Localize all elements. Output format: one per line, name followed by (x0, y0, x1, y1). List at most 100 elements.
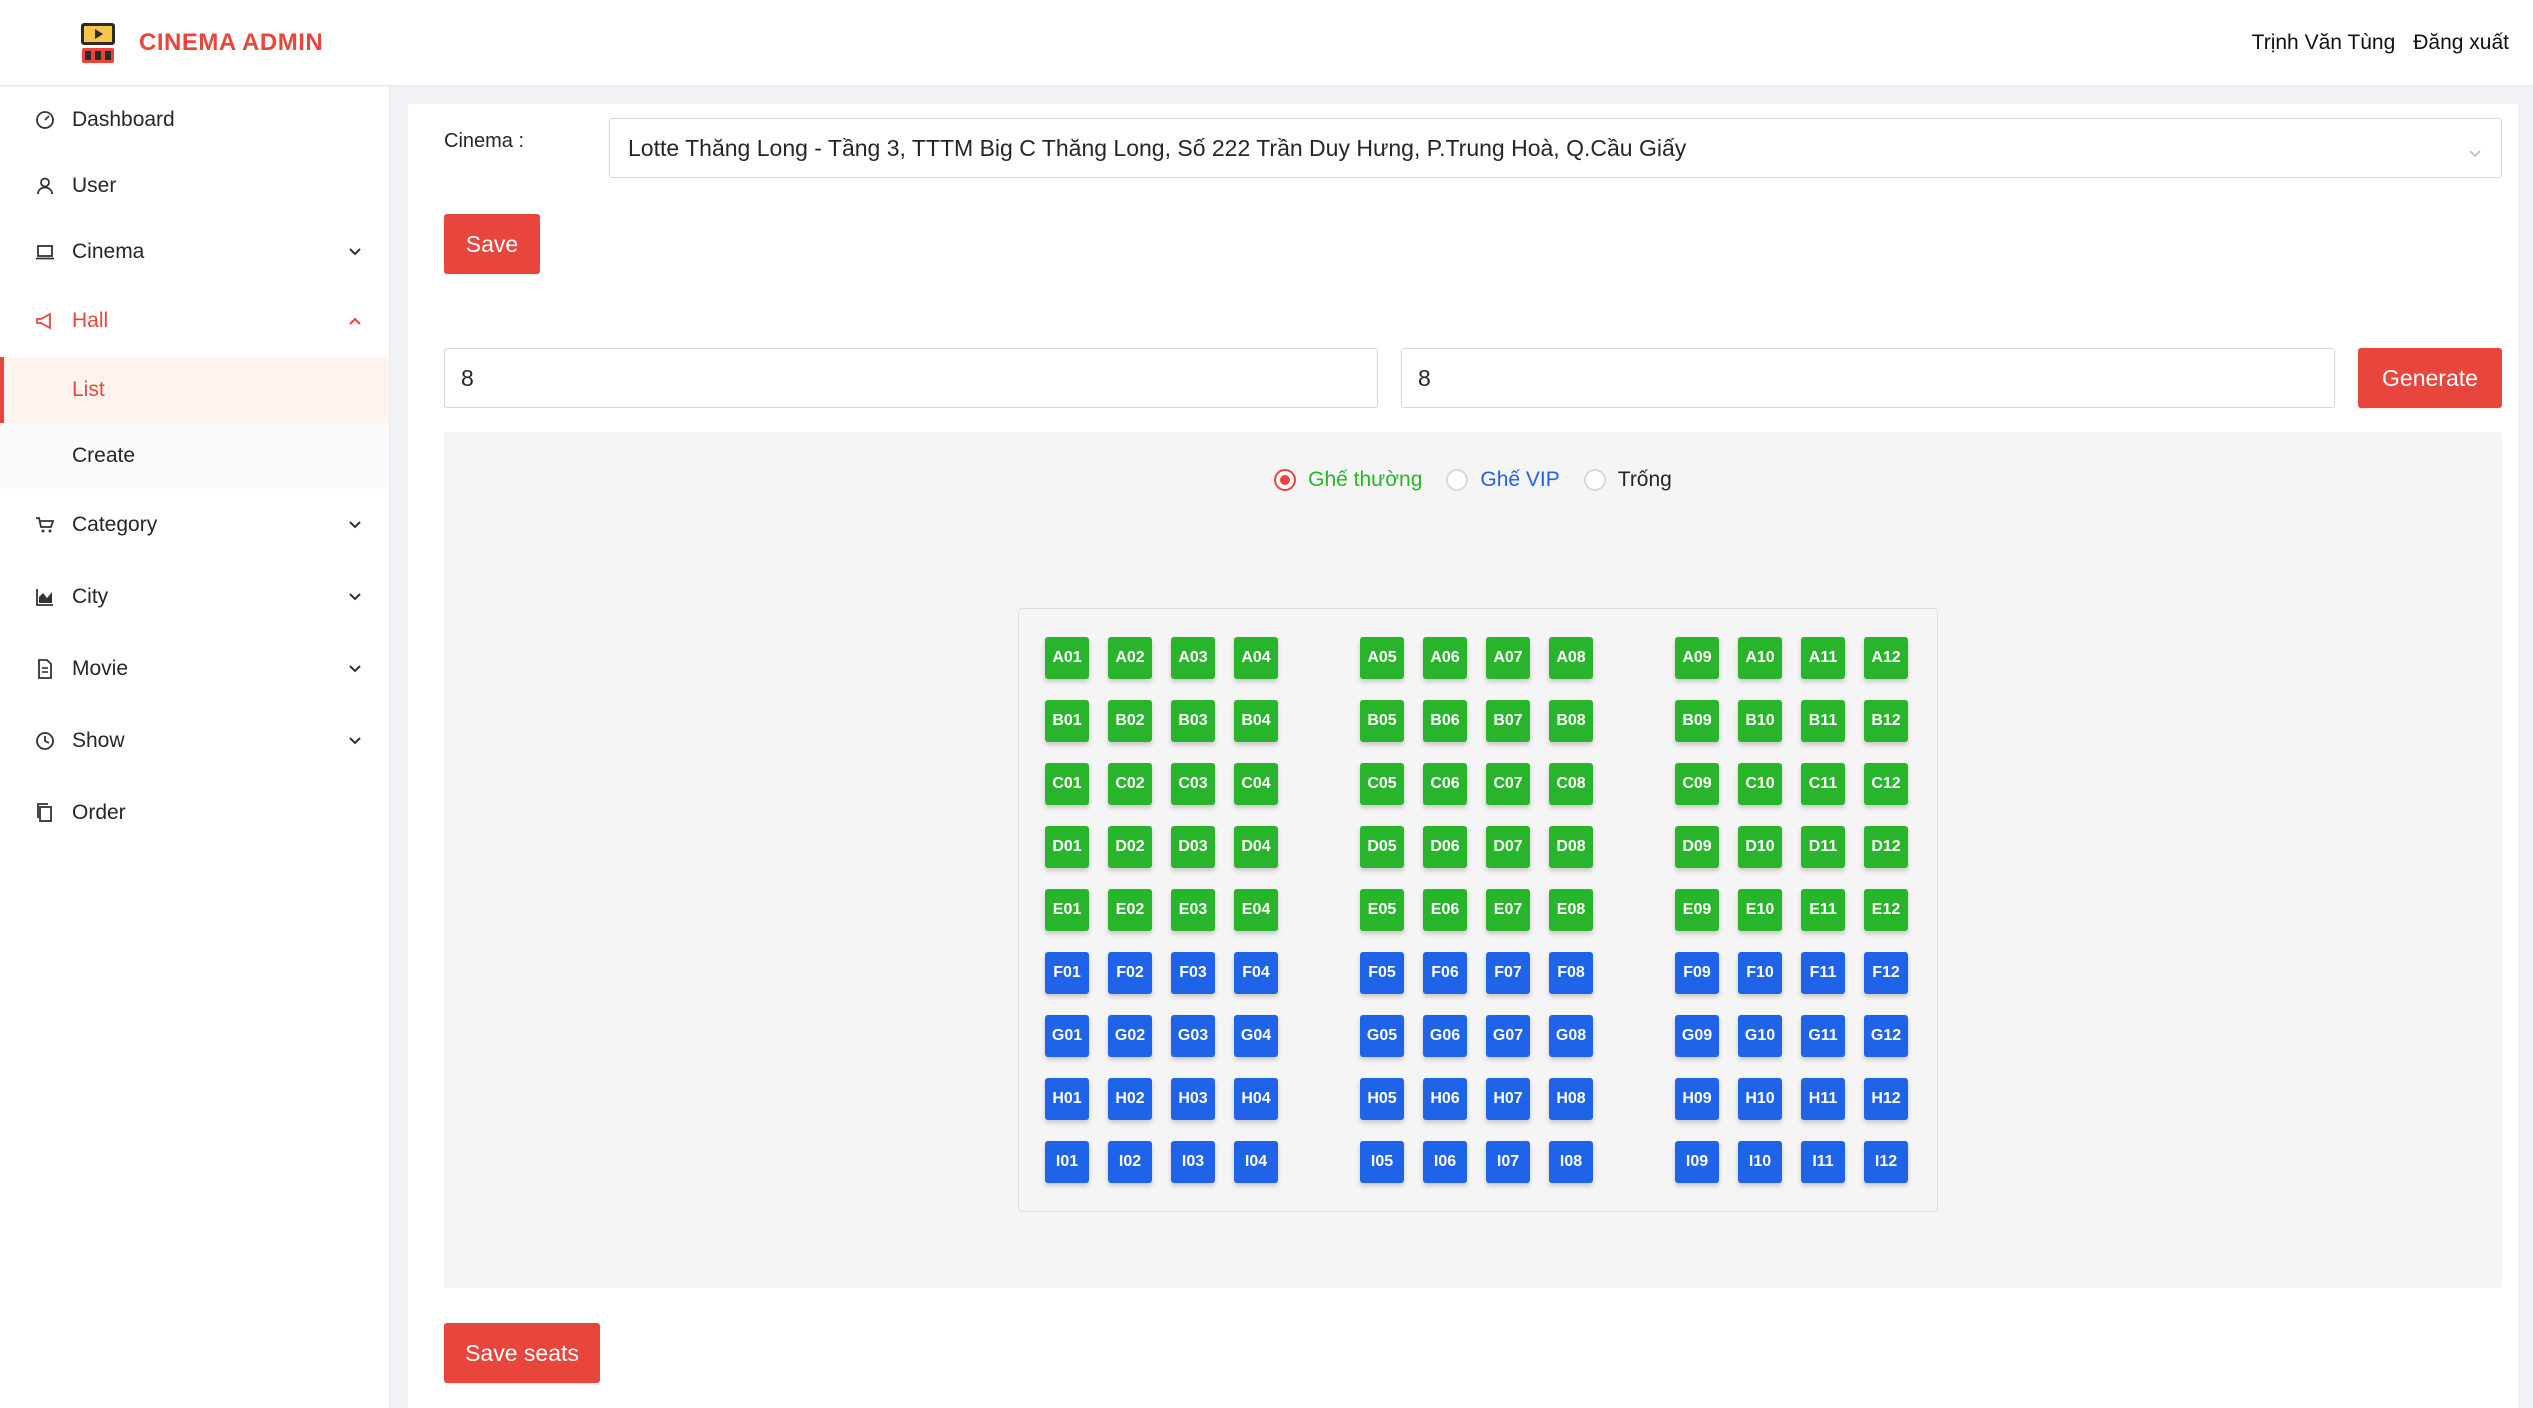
seat-I02[interactable]: I02 (1108, 1141, 1152, 1183)
seat-B12[interactable]: B12 (1864, 700, 1908, 742)
seat-I03[interactable]: I03 (1171, 1141, 1215, 1183)
cinema-select[interactable]: Lotte Thăng Long - Tầng 3, TTTM Big C Th… (609, 118, 2502, 178)
radio-normal-seat[interactable]: Ghế thường (1274, 468, 1422, 492)
seat-F12[interactable]: F12 (1864, 952, 1908, 994)
seat-I09[interactable]: I09 (1675, 1141, 1719, 1183)
seat-A11[interactable]: A11 (1801, 637, 1845, 679)
seat-E05[interactable]: E05 (1360, 889, 1404, 931)
seat-A08[interactable]: A08 (1549, 637, 1593, 679)
seat-C06[interactable]: C06 (1423, 763, 1467, 805)
sidebar-item-dashboard[interactable]: Dashboard (0, 87, 389, 153)
seat-F05[interactable]: F05 (1360, 952, 1404, 994)
seat-C10[interactable]: C10 (1738, 763, 1782, 805)
seat-D03[interactable]: D03 (1171, 826, 1215, 868)
seat-B09[interactable]: B09 (1675, 700, 1719, 742)
sidebar-item-user[interactable]: User (0, 153, 389, 219)
columns-input[interactable]: 8 (1401, 348, 2335, 408)
seat-F08[interactable]: F08 (1549, 952, 1593, 994)
seat-G07[interactable]: G07 (1486, 1015, 1530, 1057)
sidebar-item-order[interactable]: Order (0, 777, 389, 849)
seat-H02[interactable]: H02 (1108, 1078, 1152, 1120)
user-name[interactable]: Trịnh Văn Tùng (2252, 31, 2396, 55)
seat-E11[interactable]: E11 (1801, 889, 1845, 931)
seat-D11[interactable]: D11 (1801, 826, 1845, 868)
save-button[interactable]: Save (444, 214, 540, 274)
seat-G03[interactable]: G03 (1171, 1015, 1215, 1057)
seat-G11[interactable]: G11 (1801, 1015, 1845, 1057)
generate-button[interactable]: Generate (2358, 348, 2502, 408)
seat-F01[interactable]: F01 (1045, 952, 1089, 994)
sidebar-subitem-list[interactable]: List (0, 357, 389, 423)
seat-I11[interactable]: I11 (1801, 1141, 1845, 1183)
seat-E10[interactable]: E10 (1738, 889, 1782, 931)
seat-H04[interactable]: H04 (1234, 1078, 1278, 1120)
seat-C08[interactable]: C08 (1549, 763, 1593, 805)
radio-empty-seat[interactable]: Trống (1583, 468, 1672, 492)
sidebar-item-show[interactable]: Show (0, 705, 389, 777)
seat-B07[interactable]: B07 (1486, 700, 1530, 742)
seat-A12[interactable]: A12 (1864, 637, 1908, 679)
seat-I04[interactable]: I04 (1234, 1141, 1278, 1183)
seat-E07[interactable]: E07 (1486, 889, 1530, 931)
seat-E01[interactable]: E01 (1045, 889, 1089, 931)
seat-B11[interactable]: B11 (1801, 700, 1845, 742)
seat-A05[interactable]: A05 (1360, 637, 1404, 679)
seat-F07[interactable]: F07 (1486, 952, 1530, 994)
sidebar-subitem-create[interactable]: Create (0, 423, 389, 489)
seat-C12[interactable]: C12 (1864, 763, 1908, 805)
seat-D01[interactable]: D01 (1045, 826, 1089, 868)
seat-C04[interactable]: C04 (1234, 763, 1278, 805)
seat-G01[interactable]: G01 (1045, 1015, 1089, 1057)
seat-D07[interactable]: D07 (1486, 826, 1530, 868)
seat-A01[interactable]: A01 (1045, 637, 1089, 679)
seat-F06[interactable]: F06 (1423, 952, 1467, 994)
seat-D12[interactable]: D12 (1864, 826, 1908, 868)
seat-A04[interactable]: A04 (1234, 637, 1278, 679)
seat-E03[interactable]: E03 (1171, 889, 1215, 931)
seat-C01[interactable]: C01 (1045, 763, 1089, 805)
seat-I06[interactable]: I06 (1423, 1141, 1467, 1183)
seat-I07[interactable]: I07 (1486, 1141, 1530, 1183)
seat-F03[interactable]: F03 (1171, 952, 1215, 994)
seat-C02[interactable]: C02 (1108, 763, 1152, 805)
seat-I01[interactable]: I01 (1045, 1141, 1089, 1183)
seat-F09[interactable]: F09 (1675, 952, 1719, 994)
seat-B05[interactable]: B05 (1360, 700, 1404, 742)
sidebar-item-hall[interactable]: Hall (0, 285, 389, 357)
seat-C03[interactable]: C03 (1171, 763, 1215, 805)
seat-C09[interactable]: C09 (1675, 763, 1719, 805)
seat-B06[interactable]: B06 (1423, 700, 1467, 742)
seat-G02[interactable]: G02 (1108, 1015, 1152, 1057)
seat-A06[interactable]: A06 (1423, 637, 1467, 679)
seat-G06[interactable]: G06 (1423, 1015, 1467, 1057)
sidebar-item-movie[interactable]: Movie (0, 633, 389, 705)
seat-A03[interactable]: A03 (1171, 637, 1215, 679)
seat-H07[interactable]: H07 (1486, 1078, 1530, 1120)
seat-E12[interactable]: E12 (1864, 889, 1908, 931)
seat-H09[interactable]: H09 (1675, 1078, 1719, 1120)
seat-H01[interactable]: H01 (1045, 1078, 1089, 1120)
seat-G04[interactable]: G04 (1234, 1015, 1278, 1057)
sidebar-item-category[interactable]: Category (0, 489, 389, 561)
seat-H12[interactable]: H12 (1864, 1078, 1908, 1120)
seat-B02[interactable]: B02 (1108, 700, 1152, 742)
seat-I12[interactable]: I12 (1864, 1141, 1908, 1183)
seat-H08[interactable]: H08 (1549, 1078, 1593, 1120)
seat-H10[interactable]: H10 (1738, 1078, 1782, 1120)
seat-E09[interactable]: E09 (1675, 889, 1719, 931)
seat-I10[interactable]: I10 (1738, 1141, 1782, 1183)
seat-D09[interactable]: D09 (1675, 826, 1719, 868)
seat-E02[interactable]: E02 (1108, 889, 1152, 931)
seat-D08[interactable]: D08 (1549, 826, 1593, 868)
seat-D10[interactable]: D10 (1738, 826, 1782, 868)
seat-E06[interactable]: E06 (1423, 889, 1467, 931)
seat-H03[interactable]: H03 (1171, 1078, 1215, 1120)
seat-F11[interactable]: F11 (1801, 952, 1845, 994)
seat-B03[interactable]: B03 (1171, 700, 1215, 742)
seat-C11[interactable]: C11 (1801, 763, 1845, 805)
logo[interactable]: CINEMA ADMIN (78, 21, 323, 65)
sidebar-item-city[interactable]: City (0, 561, 389, 633)
save-seats-button[interactable]: Save seats (444, 1323, 600, 1383)
seat-A10[interactable]: A10 (1738, 637, 1782, 679)
seat-D04[interactable]: D04 (1234, 826, 1278, 868)
